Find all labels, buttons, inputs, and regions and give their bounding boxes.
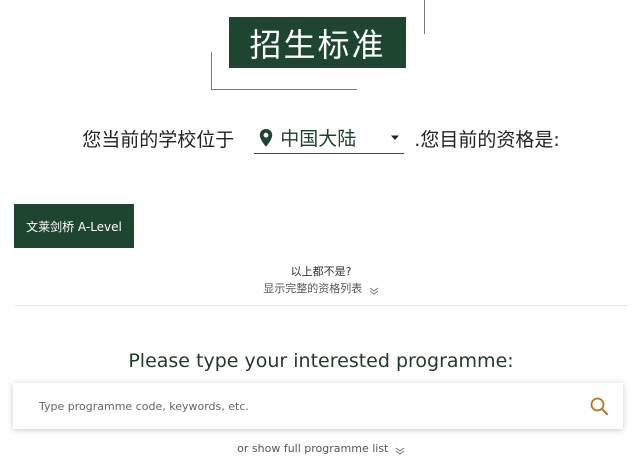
decorative-line xyxy=(211,89,357,90)
programme-search-input[interactable] xyxy=(37,398,589,414)
chevron-down-icon xyxy=(395,445,405,455)
qualification-option-button[interactable]: 文莱剑桥 A-Level xyxy=(14,204,134,248)
none-above-label: 以上都不是? xyxy=(290,265,352,278)
decorative-line xyxy=(211,52,212,90)
show-full-qualifications-link[interactable]: 显示完整的资格列表 xyxy=(0,280,642,296)
programme-heading: Please type your interested programme: xyxy=(128,350,514,372)
show-full-qualifications-label: 显示完整的资格列表 xyxy=(263,282,363,295)
qualification-question-label: .您目前的资格是: xyxy=(414,128,560,151)
caret-down-icon xyxy=(390,135,400,141)
location-selected-value: 中国大陆 xyxy=(280,128,357,150)
show-full-programme-list-label: or show full programme list xyxy=(237,442,389,455)
section-divider xyxy=(14,305,628,306)
programme-search-box xyxy=(13,383,623,429)
location-row: 您当前的学校位于 中国大陆 .您目前的资格是: xyxy=(0,121,642,155)
decorative-line xyxy=(424,0,425,34)
map-pin-icon xyxy=(258,128,274,148)
chevron-down-icon xyxy=(369,285,379,295)
location-select[interactable]: 中国大陆 xyxy=(254,122,405,154)
page-title: 招生标准 xyxy=(229,17,406,68)
search-icon[interactable] xyxy=(589,396,609,416)
show-full-programme-list-link[interactable]: or show full programme list xyxy=(0,442,642,455)
location-prefix-label: 您当前的学校位于 xyxy=(82,128,235,151)
